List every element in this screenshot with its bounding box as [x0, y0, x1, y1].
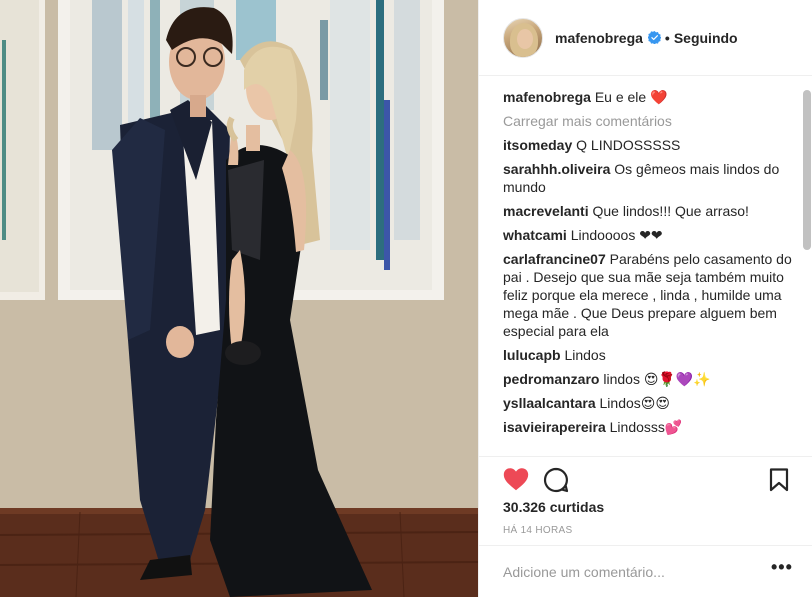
verified-badge-icon [647, 31, 661, 44]
post-header: mafenobrega • Seguindo [479, 0, 812, 76]
comment-text: Que lindos!!! Que arraso! [592, 203, 749, 219]
comment-text: Lindosss💕 [609, 419, 683, 435]
comment-text: Lindos [564, 347, 606, 363]
comment-username[interactable]: lulucapb [503, 347, 561, 363]
post-timestamp[interactable]: HÁ 14 HORAS [503, 525, 572, 536]
like-heart-icon[interactable] [503, 467, 529, 491]
comment-username[interactable]: whatcami [503, 227, 567, 243]
comment-item: lulucapb Lindos [503, 346, 795, 364]
comment-text: Q LINDOSSSSS [576, 137, 681, 153]
bookmark-icon[interactable] [769, 468, 789, 492]
comment-item: carlafrancine07 Parabéns pelo casamento … [503, 250, 795, 340]
comment-item: isavieirapereira Lindosss💕 [503, 418, 795, 436]
comment-item: pedromanzaro lindos 😍🌹💜✨ [503, 370, 795, 388]
likes-count[interactable]: 30.326 curtidas [503, 499, 604, 515]
comment-username[interactable]: sarahhh.oliveira [503, 161, 610, 177]
post-actions [479, 456, 812, 500]
caption: mafenobrega Eu e ele ❤️ [503, 88, 795, 106]
comment-text: Lindoooos ❤❤ [570, 227, 663, 243]
caption-username[interactable]: mafenobrega [503, 89, 591, 105]
comment-username[interactable]: macrevelanti [503, 203, 589, 219]
post-side-panel: mafenobrega • Seguindo mafenobrega Eu e … [478, 0, 812, 597]
comment-username[interactable]: pedromanzaro [503, 371, 599, 387]
comment-input[interactable] [503, 562, 753, 582]
comment-username[interactable]: itsomeday [503, 137, 572, 153]
more-options-icon[interactable]: ••• [771, 558, 792, 582]
comment-bubble-icon[interactable] [543, 467, 569, 493]
comment-username[interactable]: ysllaalcantara [503, 395, 596, 411]
comment-text: lindos 😍🌹💜✨ [603, 371, 711, 387]
post-photo[interactable] [0, 0, 478, 597]
comment-item: itsomeday Q LINDOSSSSS [503, 136, 795, 154]
comment-item: macrevelanti Que lindos!!! Que arraso! [503, 202, 795, 220]
photo-illustration [0, 0, 478, 597]
comment-item: whatcami Lindoooos ❤❤ [503, 226, 795, 244]
post-author-username[interactable]: mafenobrega [555, 30, 643, 46]
add-comment-bar: ••• [479, 545, 812, 597]
comment-item: ysllaalcantara Lindos😍😍 [503, 394, 795, 412]
comment-text: Lindos😍😍 [599, 395, 670, 411]
comment-username[interactable]: carlafrancine07 [503, 251, 606, 267]
caption-text: Eu e ele ❤️ [594, 89, 668, 105]
load-more-comments-link[interactable]: Carregar mais comentários [503, 112, 795, 130]
comment-username[interactable]: isavieirapereira [503, 419, 606, 435]
scrollbar-thumb[interactable] [803, 90, 811, 250]
header-separator: • [664, 29, 670, 46]
avatar[interactable] [503, 17, 543, 58]
comment-item: sarahhh.oliveira Os gêmeos mais lindos d… [503, 160, 795, 196]
comments-list[interactable]: mafenobrega Eu e ele ❤️ Carregar mais co… [479, 80, 803, 455]
comments-scrollbar[interactable] [803, 90, 811, 455]
following-button[interactable]: Seguindo [674, 30, 738, 46]
